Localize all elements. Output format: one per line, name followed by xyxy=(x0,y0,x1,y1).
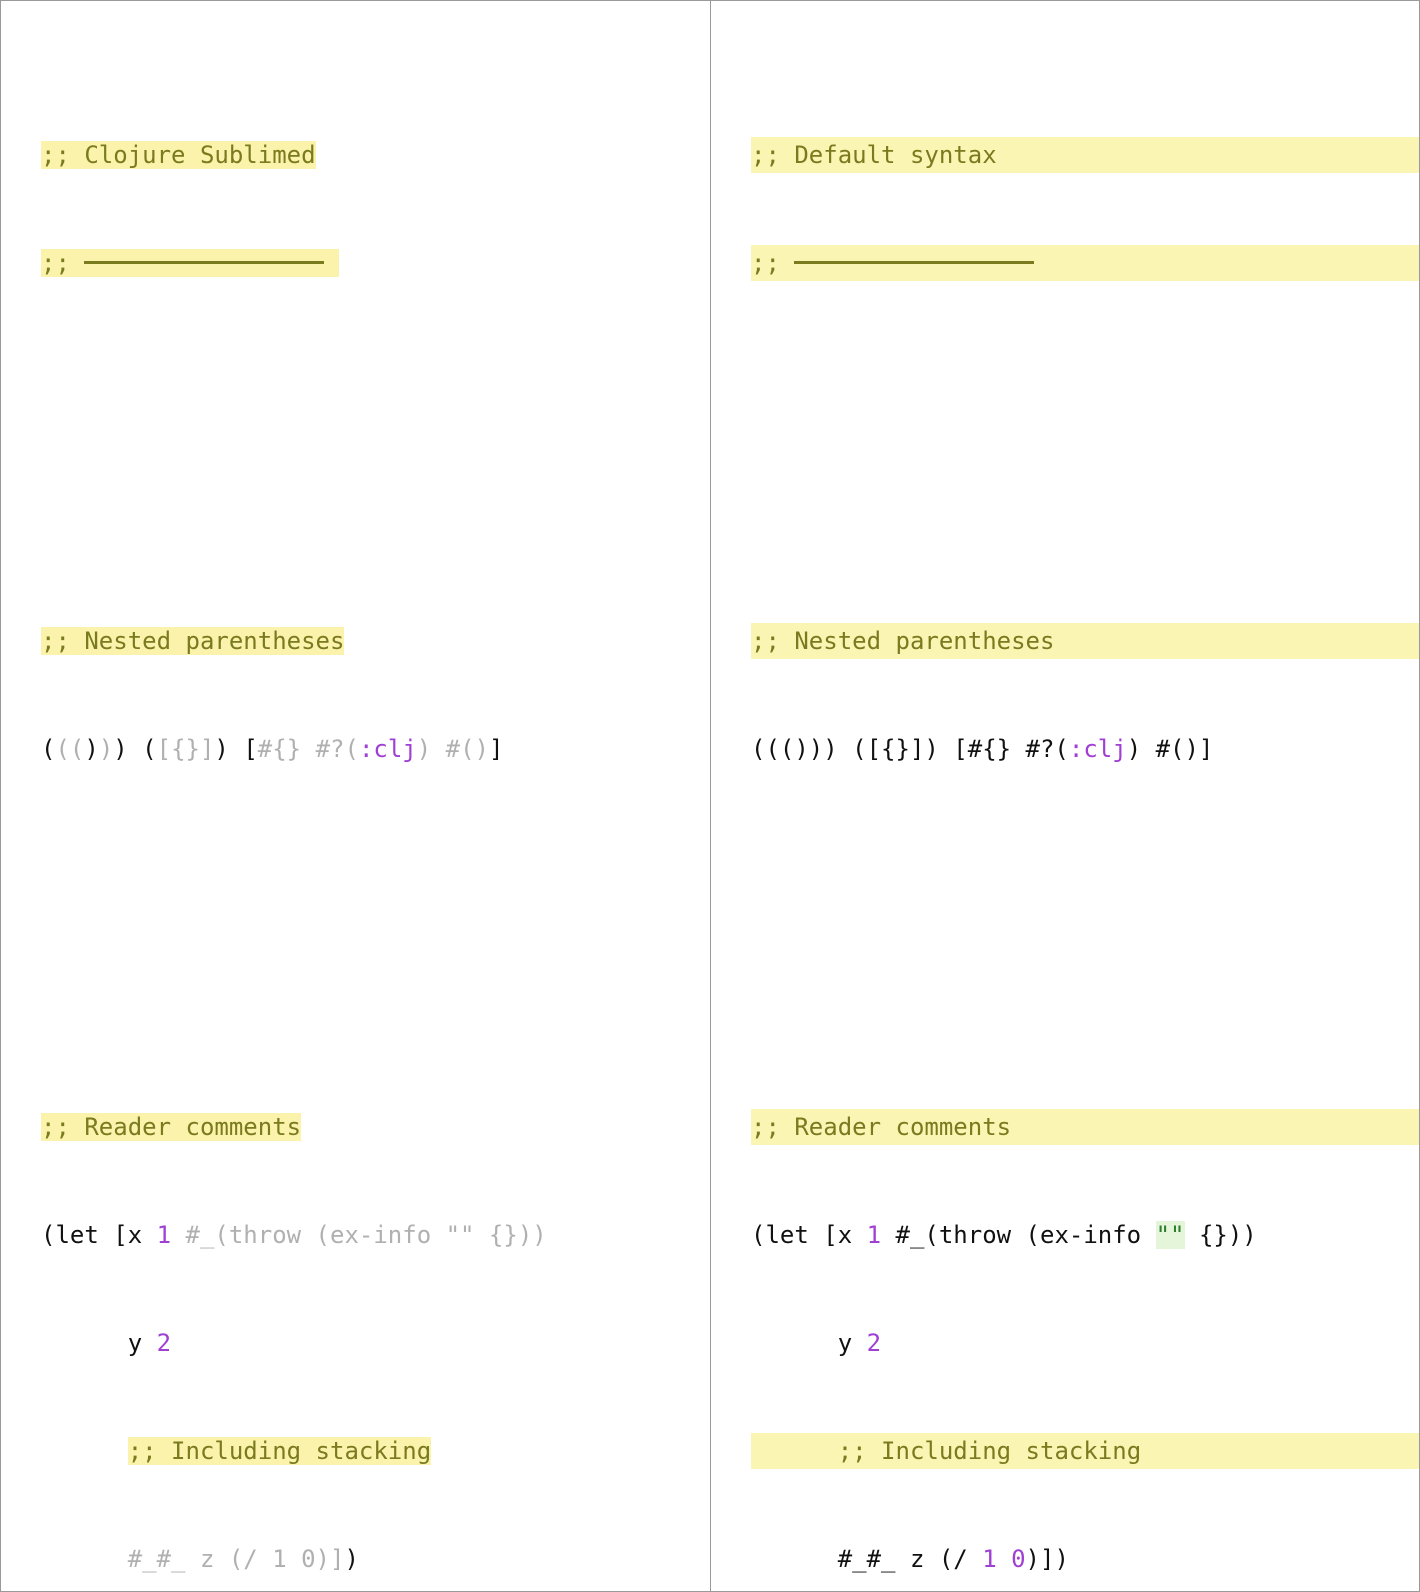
rule-comment-left: ;; xyxy=(41,249,339,277)
panel-title-left: ;; Clojure Sublimed xyxy=(41,137,710,173)
section-heading: ;; Reader comments xyxy=(41,1113,302,1141)
code-block-left: ;; Clojure Sublimed ;; ;; Nested parenth… xyxy=(1,29,710,1591)
panel-title-rule-left: ;; xyxy=(41,245,710,281)
horizontal-rule-icon xyxy=(84,261,325,264)
code-line: ;; Including stacking xyxy=(751,1433,1419,1469)
code-line: y 2 xyxy=(41,1329,172,1357)
code-line: ((())) ([{}]) [#{} #?(:clj) #()] xyxy=(751,735,1214,763)
title-comment-left: ;; Clojure Sublimed xyxy=(41,141,316,169)
code-line: (let [x 1 #_(throw (ex-info "" {})) xyxy=(41,1221,547,1249)
panel-title-right: ;; Default syntax xyxy=(751,137,1419,173)
code-block-right: ;; Default syntax ;; ;; Nested parenthes… xyxy=(711,29,1419,1591)
section-heading: ;; Reader comments xyxy=(751,1109,1419,1145)
code-line: (let [x 1 #_(throw (ex-info "" {})) xyxy=(751,1221,1257,1249)
code-line: ;; Including stacking xyxy=(127,1437,432,1465)
section-heading: ;; Nested parentheses xyxy=(751,623,1419,659)
panel-default-syntax: ;; Default syntax ;; ;; Nested parenthes… xyxy=(711,1,1419,1591)
code-line: #_#_ z (/ 1 0)]) xyxy=(127,1545,359,1573)
title-comment-right: ;; Default syntax xyxy=(751,141,997,169)
panel-clojure-sublimed: ;; Clojure Sublimed ;; ;; Nested parenth… xyxy=(1,1,711,1591)
section-heading: ;; Nested parentheses xyxy=(41,627,345,655)
panel-title-rule-right: ;; xyxy=(751,245,1419,281)
code-line: #_#_ z (/ 1 0)]) xyxy=(751,1545,1069,1573)
code-line: ((())) ([{}]) [#{} #?(:clj) #()] xyxy=(41,735,504,763)
code-line: y 2 xyxy=(751,1329,882,1357)
rule-comment-right: ;; xyxy=(751,249,1035,277)
comparison-view: ;; Clojure Sublimed ;; ;; Nested parenth… xyxy=(0,0,1420,1592)
horizontal-rule-icon xyxy=(794,261,1035,264)
